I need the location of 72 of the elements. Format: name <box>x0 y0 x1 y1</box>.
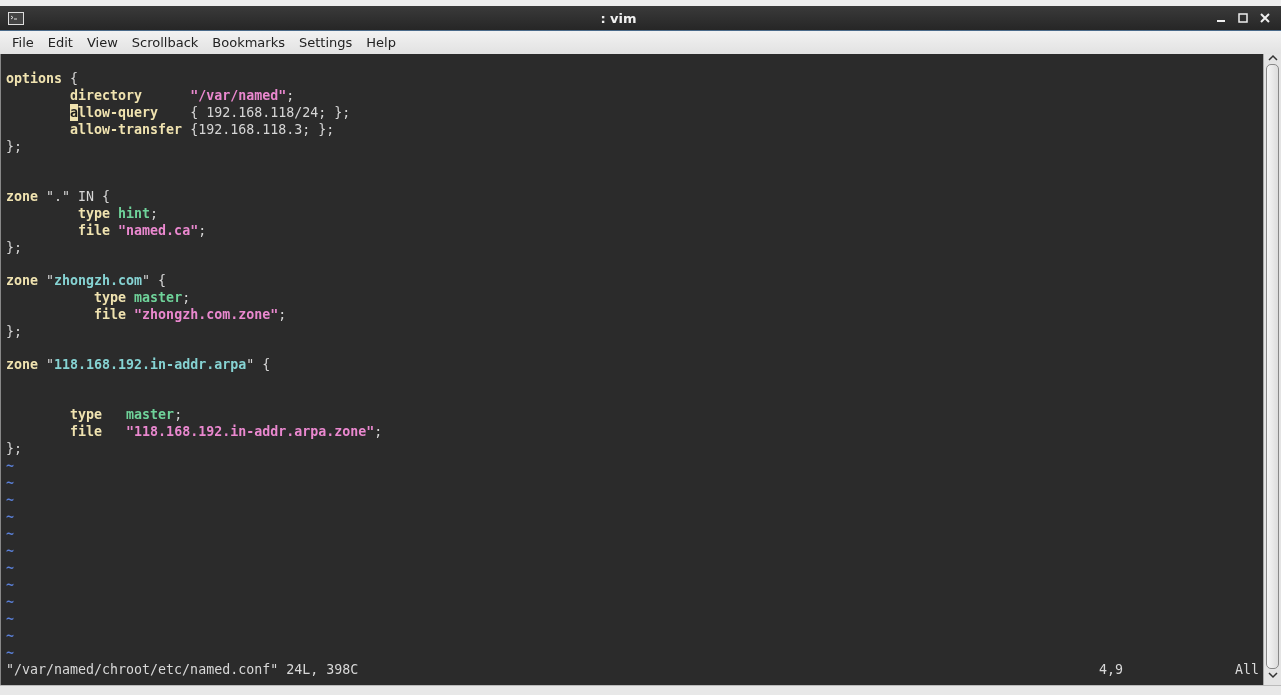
status-message: "/var/named/chroot/etc/named.conf" 24L, 398C <box>6 661 359 678</box>
code-keyword: file <box>77 221 111 239</box>
code-text: ; <box>278 306 287 323</box>
code-value: hint <box>117 204 151 222</box>
code-text: ; <box>182 289 191 306</box>
menu-item[interactable]: Edit <box>41 33 79 52</box>
code-text: " <box>45 356 55 374</box>
menu-item[interactable]: File <box>6 33 40 52</box>
code-keyword: zone <box>6 272 39 289</box>
code-keyword: file <box>93 306 127 323</box>
code-text: }; <box>6 238 22 256</box>
code-text: { 192.168.118/24; }; <box>189 104 351 121</box>
scroll-down-icon[interactable] <box>1267 671 1278 679</box>
terminal-icon <box>8 11 24 25</box>
menu-item[interactable]: View <box>80 33 124 52</box>
code-name: 118.168.192.in-addr.arpa <box>54 356 247 374</box>
text-cursor: a <box>70 104 79 121</box>
empty-line-marker: ~ <box>6 643 14 661</box>
code-text: " { <box>246 356 271 374</box>
scroll-position: All <box>1233 661 1260 678</box>
empty-line-marker: ~ <box>6 592 14 610</box>
empty-line-marker: ~ <box>6 575 14 593</box>
code-string: "named.ca" <box>117 221 199 239</box>
code-text: "." IN { <box>45 187 111 205</box>
window-title: : vim <box>599 10 638 26</box>
empty-line-marker: ~ <box>6 609 14 627</box>
code-text: }; <box>6 439 22 457</box>
code-text: ; <box>374 422 383 440</box>
empty-line-marker: ~ <box>6 558 14 576</box>
empty-line-marker: ~ <box>6 507 14 525</box>
code-text: " { <box>142 272 167 289</box>
menu-item[interactable]: Scrollback <box>125 33 205 52</box>
menu-item[interactable]: Settings <box>293 33 359 52</box>
code-keyword: zone <box>6 187 39 205</box>
scroll-up-icon[interactable] <box>1267 54 1278 62</box>
code-value: master <box>133 289 183 306</box>
code-string: "/var/named" <box>189 87 287 104</box>
code-string: "118.168.192.in-addr.arpa.zone" <box>125 422 375 440</box>
code-text: ; <box>174 405 183 423</box>
code-keyword: allow-transfer <box>69 121 183 138</box>
code-keyword: options <box>6 70 63 87</box>
menu-item[interactable]: Bookmarks <box>206 33 291 52</box>
scrollbar[interactable] <box>1263 54 1281 685</box>
code-keyword: type <box>69 405 103 423</box>
code-keyword: llow-query <box>78 104 159 121</box>
code-string: "zhongzh.com.zone" <box>133 306 279 323</box>
code-keyword: directory <box>69 87 143 104</box>
code-value: master <box>125 405 175 423</box>
cursor-position: 4,9 <box>1099 661 1125 678</box>
empty-line-marker: ~ <box>6 490 14 508</box>
code-text: }; <box>6 138 22 155</box>
code-keyword: type <box>77 204 111 222</box>
scrollbar-thumb[interactable] <box>1266 64 1279 669</box>
code-text: ; <box>198 221 207 239</box>
code-keyword: zone <box>6 356 39 374</box>
empty-line-marker: ~ <box>6 456 14 474</box>
code-text: ; <box>150 204 159 222</box>
code-keyword: type <box>93 289 127 306</box>
code-name: zhongzh.com <box>54 272 143 289</box>
empty-line-marker: ~ <box>6 626 14 644</box>
code-text: { <box>69 70 79 87</box>
close-icon[interactable] <box>1260 13 1270 23</box>
code-text: {192.168.118.3; }; <box>189 121 335 138</box>
empty-line-marker: ~ <box>6 473 14 491</box>
menu-item[interactable]: Help <box>360 33 402 52</box>
code-text: }; <box>6 323 22 340</box>
empty-line-marker: ~ <box>6 524 14 542</box>
code-text: " <box>45 272 55 289</box>
empty-line-marker: ~ <box>6 541 14 559</box>
code-keyword: file <box>69 422 103 440</box>
code-text: ; <box>286 87 295 104</box>
maximize-icon[interactable] <box>1238 13 1248 23</box>
